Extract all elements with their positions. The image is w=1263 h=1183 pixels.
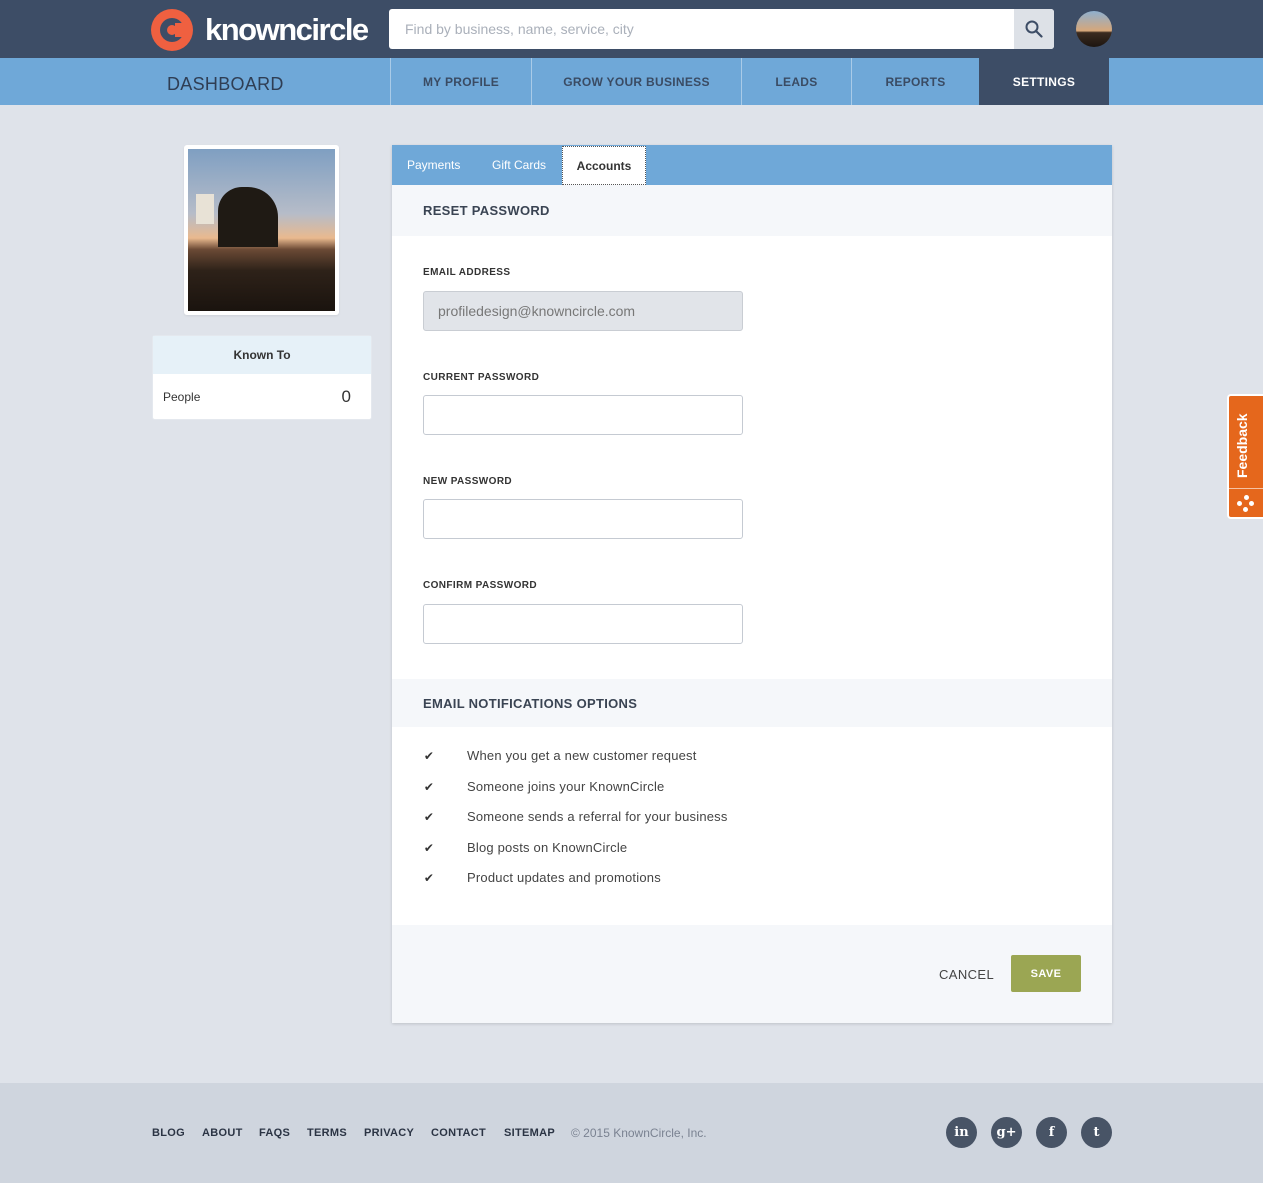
known-to-row: People 0 bbox=[153, 374, 371, 420]
footer-link-sitemap[interactable]: SITEMAP bbox=[504, 1127, 555, 1139]
profile-photo-image bbox=[188, 149, 335, 311]
new-password-field[interactable] bbox=[423, 499, 743, 539]
save-button[interactable]: SAVE bbox=[1011, 955, 1081, 992]
email-field[interactable] bbox=[423, 291, 743, 331]
tab-accounts[interactable]: Accounts bbox=[562, 146, 646, 185]
nav-reports[interactable]: REPORTS bbox=[852, 58, 979, 105]
page-title: DASHBOARD bbox=[167, 74, 284, 94]
main-nav: DASHBOARD MY PROFILE GROW YOUR BUSINESS … bbox=[0, 58, 1263, 105]
notification-option: ✔ Someone sends a referral for your busi… bbox=[423, 809, 728, 824]
logo[interactable]: knowncircle bbox=[151, 9, 369, 51]
nav-my-profile[interactable]: MY PROFILE bbox=[390, 58, 532, 105]
notification-label: Someone joins your KnownCircle bbox=[467, 779, 665, 794]
tab-payments[interactable]: Payments bbox=[407, 145, 460, 185]
copyright-text: © 2015 KnownCircle, Inc. bbox=[571, 1126, 707, 1140]
google-plus-icon[interactable]: g+ bbox=[991, 1117, 1022, 1148]
footer-link-contact[interactable]: CONTACT bbox=[431, 1127, 486, 1139]
notification-label: Blog posts on KnownCircle bbox=[467, 840, 628, 855]
checkbox-blog-posts[interactable]: ✔ bbox=[423, 842, 435, 854]
checkbox-referral[interactable]: ✔ bbox=[423, 811, 435, 823]
new-password-label: NEW PASSWORD bbox=[423, 476, 513, 487]
user-avatar[interactable] bbox=[1076, 11, 1112, 47]
footer-link-blog[interactable]: BLOG bbox=[152, 1127, 185, 1139]
top-bar: knowncircle bbox=[0, 0, 1263, 58]
notification-option: ✔ Blog posts on KnownCircle bbox=[423, 840, 627, 855]
linkedin-icon[interactable]: in bbox=[946, 1117, 977, 1148]
feedback-label: Feedback bbox=[1234, 413, 1250, 478]
known-to-card: Known To People 0 bbox=[152, 335, 372, 420]
reset-password-heading: RESET PASSWORD bbox=[392, 185, 1112, 236]
logo-mark-icon bbox=[151, 9, 193, 51]
confirm-password-label: CONFIRM PASSWORD bbox=[423, 580, 537, 591]
footer-link-terms[interactable]: TERMS bbox=[307, 1127, 347, 1139]
profile-photo[interactable] bbox=[184, 145, 339, 315]
feedback-dots-icon bbox=[1237, 495, 1255, 513]
facebook-icon[interactable]: f bbox=[1036, 1117, 1067, 1148]
notification-option: ✔ Product updates and promotions bbox=[423, 870, 661, 885]
cancel-button[interactable]: CANCEL bbox=[939, 967, 994, 982]
confirm-password-field[interactable] bbox=[423, 604, 743, 644]
nav-grow-your-business[interactable]: GROW YOUR BUSINESS bbox=[532, 58, 742, 105]
current-password-field[interactable] bbox=[423, 395, 743, 435]
logo-text: knowncircle bbox=[205, 12, 369, 47]
notifications-heading: EMAIL NOTIFICATIONS OPTIONS bbox=[392, 679, 1112, 727]
twitter-icon[interactable]: t bbox=[1081, 1117, 1112, 1148]
footer-link-about[interactable]: ABOUT bbox=[202, 1127, 243, 1139]
notification-label: When you get a new customer request bbox=[467, 748, 697, 763]
footer-link-faqs[interactable]: FAQS bbox=[259, 1127, 290, 1139]
nav-settings[interactable]: SETTINGS bbox=[979, 58, 1109, 105]
settings-tabs: Payments Gift Cards Accounts bbox=[392, 145, 1112, 185]
tab-gift-cards[interactable]: Gift Cards bbox=[492, 145, 546, 185]
known-to-label: People bbox=[163, 390, 201, 404]
footer-link-privacy[interactable]: PRIVACY bbox=[364, 1127, 414, 1139]
feedback-tab[interactable]: Feedback bbox=[1227, 394, 1263, 519]
notification-option: ✔ Someone joins your KnownCircle bbox=[423, 779, 664, 794]
search-box bbox=[389, 9, 1054, 49]
notification-option: ✔ When you get a new customer request bbox=[423, 748, 697, 763]
checkbox-someone-joins[interactable]: ✔ bbox=[423, 781, 435, 793]
checkbox-product-updates[interactable]: ✔ bbox=[423, 872, 435, 884]
search-input[interactable] bbox=[389, 9, 1014, 49]
settings-panel: Payments Gift Cards Accounts RESET PASSW… bbox=[392, 145, 1112, 1023]
notification-label: Someone sends a referral for your busine… bbox=[467, 809, 728, 824]
email-label: EMAIL ADDRESS bbox=[423, 267, 511, 278]
nav-leads[interactable]: LEADS bbox=[742, 58, 852, 105]
current-password-label: CURRENT PASSWORD bbox=[423, 372, 540, 383]
page-footer: BLOG ABOUT FAQS TERMS PRIVACY CONTACT SI… bbox=[0, 1083, 1263, 1183]
search-button[interactable] bbox=[1014, 9, 1054, 49]
search-icon bbox=[1025, 20, 1043, 38]
checkbox-new-customer-request[interactable]: ✔ bbox=[423, 750, 435, 762]
known-to-title: Known To bbox=[153, 336, 371, 374]
known-to-count: 0 bbox=[341, 387, 351, 406]
form-actions: CANCEL SAVE bbox=[392, 925, 1112, 1023]
notification-label: Product updates and promotions bbox=[467, 870, 661, 885]
